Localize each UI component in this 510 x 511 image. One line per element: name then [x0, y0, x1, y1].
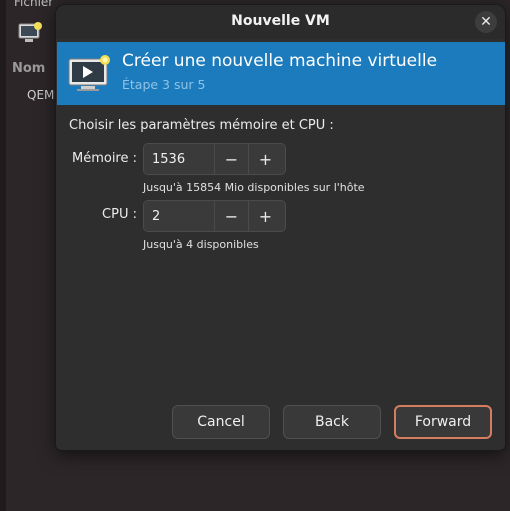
close-button[interactable]: ✕ [475, 11, 497, 33]
cpu-increment-button[interactable]: + [248, 201, 282, 231]
cpu-value-input[interactable]: 2 [144, 201, 214, 231]
close-icon: ✕ [480, 14, 492, 30]
wizard-banner: Créer une nouvelle machine virtuelle Éta… [57, 42, 505, 105]
back-button[interactable]: Back [283, 405, 381, 439]
section-title: Choisir les paramètres mémoire et CPU : [69, 118, 334, 133]
cpu-label: CPU : [102, 207, 137, 222]
memory-value-input[interactable]: 1536 [144, 144, 214, 174]
memory-spinbutton[interactable]: 1536 − + [143, 143, 286, 175]
memory-hint: Jusqu'à 15854 Mio disponibles sur l'hôte [143, 181, 365, 194]
new-vm-dialog: Nouvelle VM ✕ Créer une nouvelle machine… [55, 4, 506, 451]
cpu-spinbutton[interactable]: 2 − + [143, 200, 286, 232]
dialog-title: Nouvelle VM [231, 13, 330, 29]
memory-label: Mémoire : [71, 151, 137, 166]
cancel-button[interactable]: Cancel [172, 405, 270, 439]
menu-file[interactable]: Fichier [14, 0, 53, 9]
cpu-hint: Jusqu'à 4 disponibles [143, 238, 259, 251]
cpu-decrement-button[interactable]: − [214, 201, 248, 231]
banner-title: Créer une nouvelle machine virtuelle [122, 51, 438, 71]
new-vm-toolbar-icon[interactable] [18, 22, 44, 44]
memory-decrement-button[interactable]: − [214, 144, 248, 174]
background-left-strip [0, 0, 6, 511]
forward-button[interactable]: Forward [394, 405, 492, 439]
column-header-name[interactable]: Nom [12, 61, 45, 76]
memory-increment-button[interactable]: + [248, 144, 282, 174]
new-vm-monitor-icon [67, 53, 113, 93]
dialog-titlebar[interactable]: Nouvelle VM ✕ [56, 5, 505, 39]
banner-step-indicator: Étape 3 sur 5 [122, 77, 206, 92]
